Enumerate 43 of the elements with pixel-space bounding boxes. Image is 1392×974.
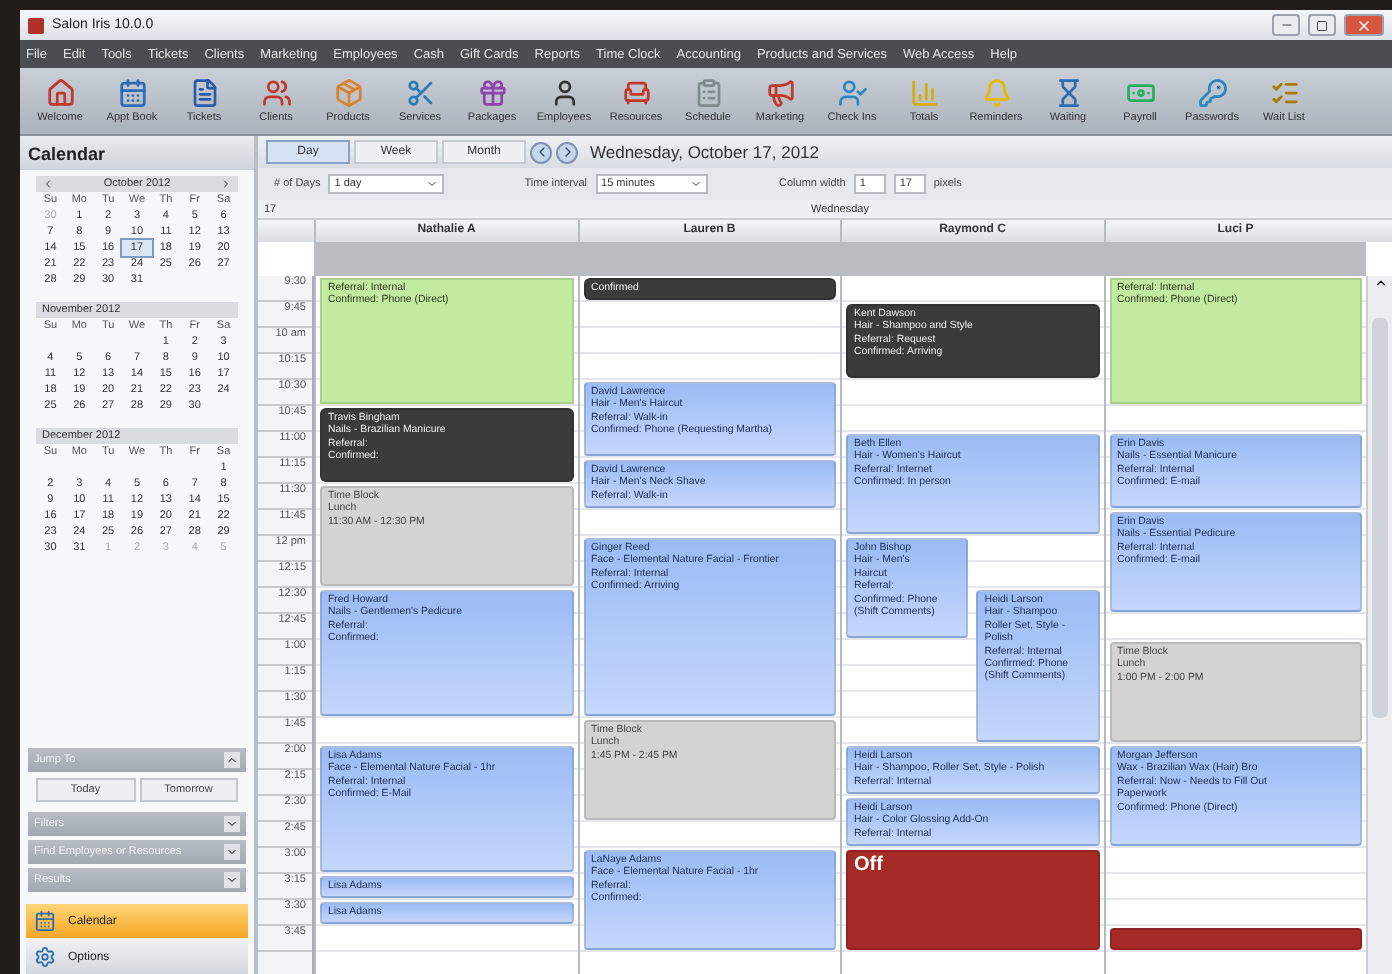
off-block[interactable]: Off — [846, 850, 1099, 950]
bell-icon — [981, 78, 1011, 108]
gear-icon — [34, 946, 56, 968]
close-icon — [1356, 17, 1372, 33]
expand-button[interactable] — [224, 872, 240, 888]
chevron-up-icon — [226, 754, 238, 766]
home-icon — [45, 78, 75, 108]
chevron-down-icon — [226, 846, 238, 858]
chevron-down-icon — [226, 874, 238, 886]
clipboard-icon — [693, 78, 723, 108]
previous-month-icon[interactable] — [42, 178, 54, 190]
calendar-icon — [117, 78, 147, 108]
previous-day-button[interactable] — [530, 141, 552, 163]
document-icon — [189, 78, 219, 108]
checklist-icon — [1269, 78, 1299, 108]
minimize-icon — [1279, 18, 1293, 32]
banknote-icon — [1125, 78, 1155, 108]
chevron-down-icon — [226, 818, 238, 830]
hourglass-icon — [1053, 78, 1083, 108]
expand-button[interactable] — [224, 844, 240, 860]
scissors-icon — [405, 78, 435, 108]
maximize-button[interactable] — [1308, 14, 1336, 36]
calendar-icon — [34, 910, 56, 932]
expand-button[interactable] — [224, 816, 240, 832]
people-icon — [261, 78, 291, 108]
package-icon — [333, 78, 363, 108]
person-check-icon — [837, 78, 867, 108]
maximize-icon — [1316, 19, 1328, 31]
collapse-button[interactable] — [224, 752, 240, 768]
scrollbar-thumb[interactable] — [1372, 318, 1388, 718]
scroll-up-icon[interactable] — [1373, 276, 1387, 290]
person-icon — [549, 78, 579, 108]
chair-icon — [621, 78, 651, 108]
appointment-text: Off — [854, 854, 885, 878]
key-icon — [1197, 78, 1227, 108]
next-day-button[interactable] — [556, 141, 578, 163]
megaphone-icon — [765, 78, 795, 108]
sidebar-title: Calendar — [20, 136, 254, 170]
bar-chart-icon — [909, 78, 939, 108]
app-icon — [28, 17, 44, 33]
gift-icon — [477, 78, 507, 108]
next-month-icon[interactable] — [219, 178, 232, 190]
date-title: Wednesday, October 17, 2012 — [590, 142, 820, 162]
